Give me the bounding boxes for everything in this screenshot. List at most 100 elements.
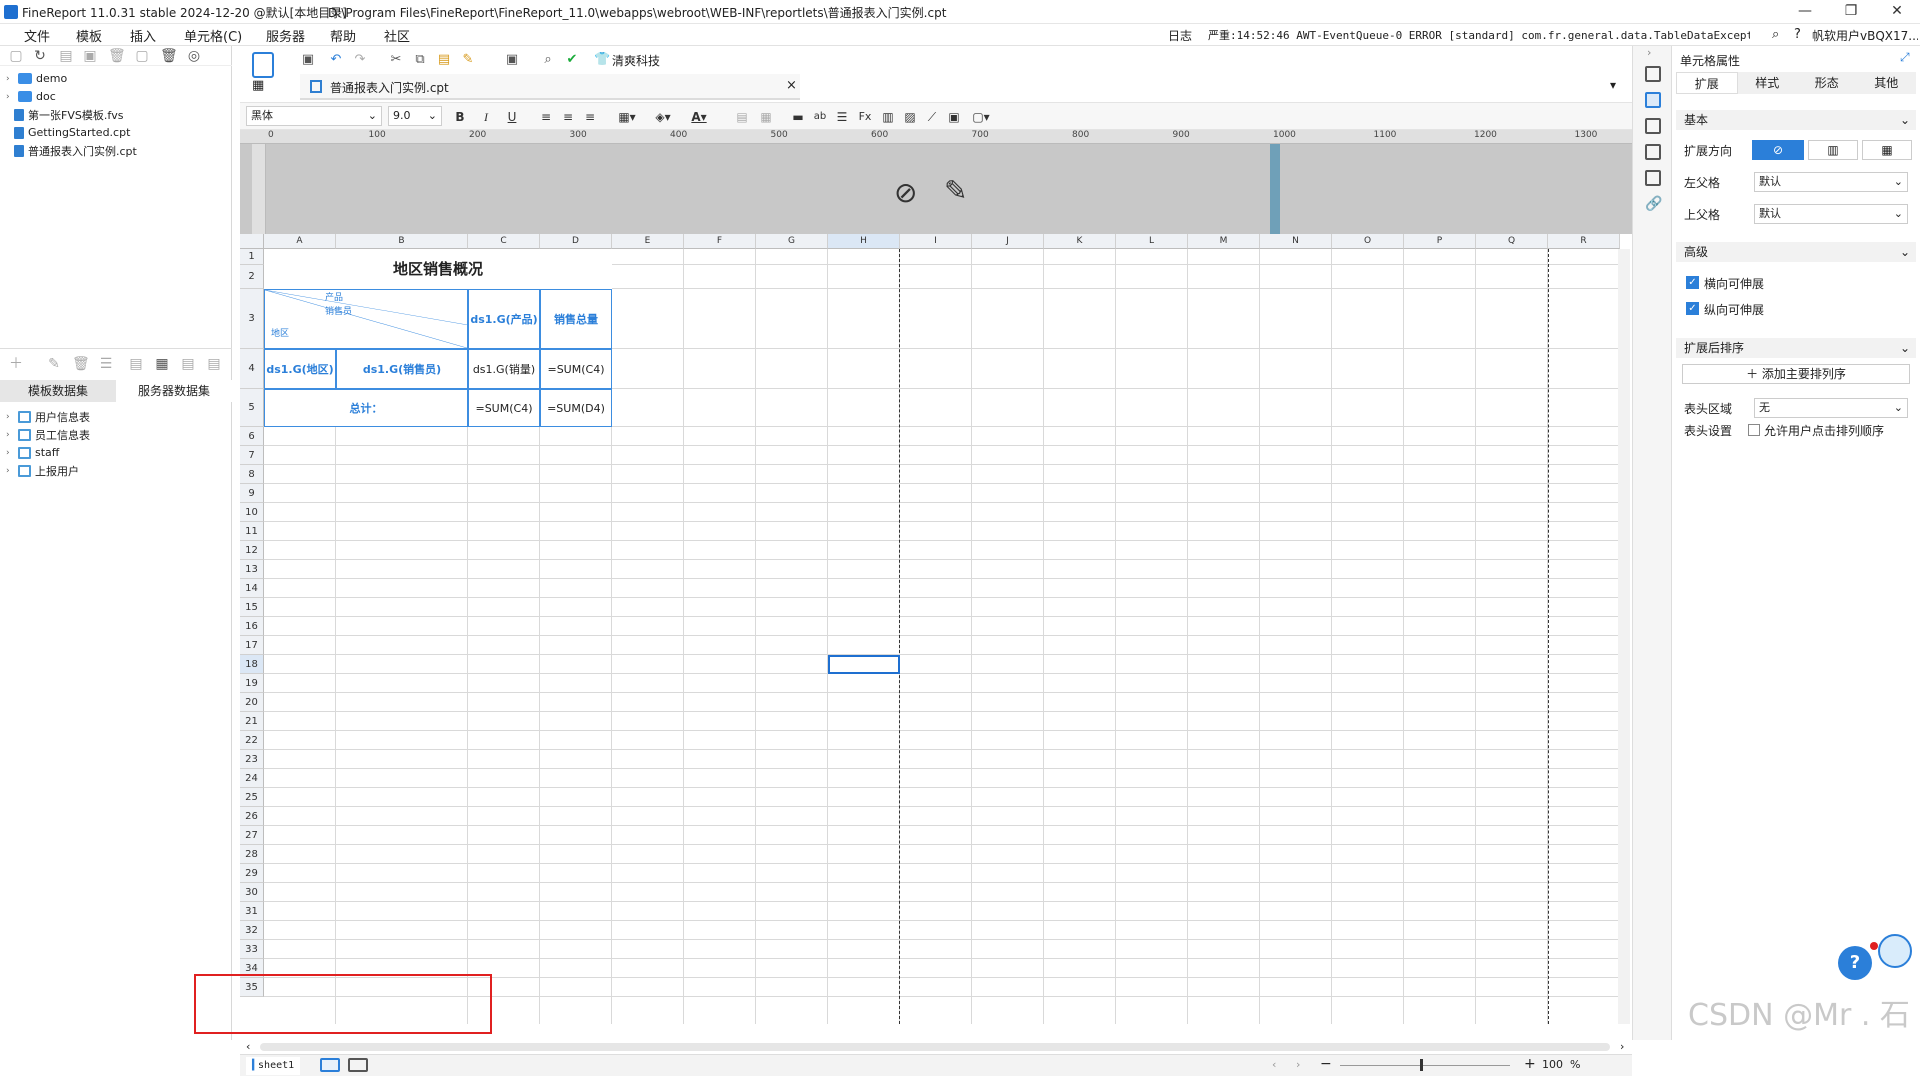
tree-item[interactable]: GettingStarted.cpt xyxy=(14,124,130,141)
edit-pencil-icon[interactable]: ✎ xyxy=(944,174,967,207)
report-title-cell[interactable]: 地区销售概况 xyxy=(264,249,612,289)
horizontal-expand-icon[interactable]: ▦ xyxy=(1862,140,1912,160)
row-header[interactable]: 27 xyxy=(240,826,264,845)
section-basic[interactable]: 基本 ⌄ xyxy=(1676,110,1916,130)
no-expand-icon[interactable]: ⊘ xyxy=(1752,140,1804,160)
column-header[interactable]: H xyxy=(828,234,900,249)
add-dashboard-sheet-icon[interactable] xyxy=(348,1058,368,1072)
dataset-item[interactable]: › 上报用户 xyxy=(6,462,79,479)
edit-icon[interactable]: ✎ xyxy=(46,356,62,372)
zoom-slider[interactable] xyxy=(1340,1065,1510,1066)
row-header[interactable]: 3 xyxy=(240,289,264,349)
insert-text-icon[interactable]: ▬ xyxy=(790,108,806,126)
font-family-select[interactable]: 黑体 ⌄ xyxy=(246,106,382,126)
refresh-icon[interactable]: ▤ xyxy=(180,356,196,372)
paste-icon[interactable]: ▤ xyxy=(436,52,452,68)
maximize-button[interactable]: ❐ xyxy=(1828,0,1874,24)
dropdown-tabs-icon[interactable]: ▾ xyxy=(1610,78,1616,92)
delete-icon[interactable]: 🗑 xyxy=(108,48,126,64)
column-header[interactable]: A xyxy=(264,234,336,249)
menu-cell[interactable]: 单元格(C) xyxy=(184,26,242,45)
cut-icon[interactable]: ✂ xyxy=(388,52,404,68)
search-icon[interactable]: ⌕ xyxy=(1772,27,1779,42)
server-dataset-icon[interactable]: ▦ xyxy=(154,356,170,372)
cell-a5[interactable]: 总计： xyxy=(264,389,468,427)
brand-label[interactable]: 清爽科技 xyxy=(612,52,660,69)
select-all-corner[interactable] xyxy=(240,234,264,249)
cell-c4[interactable]: ds1.G(销量) xyxy=(468,349,540,389)
cell-b4[interactable]: ds1.G(销售员) xyxy=(336,349,468,389)
add-icon[interactable]: ＋ xyxy=(8,356,24,372)
column-header[interactable]: O xyxy=(1332,234,1404,249)
column-header[interactable]: P xyxy=(1404,234,1476,249)
search-preview-icon[interactable]: ⌕ xyxy=(540,52,556,68)
column-header[interactable]: E xyxy=(612,234,684,249)
condition-icon[interactable] xyxy=(1645,170,1661,186)
cell-d3[interactable]: 销售总量 xyxy=(540,289,612,349)
chart-icon[interactable]: ▥ xyxy=(880,108,896,126)
column-header[interactable]: F xyxy=(684,234,756,249)
menu-file[interactable]: 文件 xyxy=(24,26,50,45)
column-header[interactable]: R xyxy=(1548,234,1620,249)
open-icon[interactable]: ▤ xyxy=(58,48,74,64)
column-header[interactable]: D xyxy=(540,234,612,249)
align-right-icon[interactable]: ≡ xyxy=(582,108,598,126)
zoom-value[interactable]: 100 xyxy=(1542,1058,1563,1071)
bold-button[interactable]: B xyxy=(452,108,468,126)
cell-d5[interactable]: =SUM(D4) xyxy=(540,389,612,427)
next-sheet-icon[interactable]: › xyxy=(1296,1058,1300,1071)
splitter[interactable] xyxy=(0,348,232,349)
column-header[interactable]: Q xyxy=(1476,234,1548,249)
scrollbar-thumb[interactable] xyxy=(260,1043,1610,1051)
row-header[interactable]: 10 xyxy=(240,503,264,522)
tab-style[interactable]: 样式 xyxy=(1738,72,1798,94)
row-header[interactable]: 31 xyxy=(240,902,264,921)
scroll-right-icon[interactable]: › xyxy=(1620,1040,1624,1053)
section-sort[interactable]: 扩展后排序 ⌄ xyxy=(1676,338,1916,358)
menu-template[interactable]: 模板 xyxy=(76,26,102,45)
tab-form[interactable]: 形态 xyxy=(1797,72,1857,94)
split-icon[interactable]: ▦ xyxy=(758,108,774,126)
ab-icon[interactable]: ab xyxy=(812,108,828,126)
column-header[interactable]: I xyxy=(900,234,972,249)
row-header[interactable]: 6 xyxy=(240,427,264,446)
new-folder-icon[interactable]: ▢ xyxy=(8,48,24,64)
undo-icon[interactable]: ↶ xyxy=(328,52,344,68)
copy-icon[interactable]: ⧉ xyxy=(412,52,428,68)
redo-icon[interactable]: ↷ xyxy=(352,52,368,68)
close-button[interactable]: ✕ xyxy=(1874,0,1920,24)
lock-icon[interactable]: ▣ xyxy=(82,48,98,64)
tree-item[interactable]: 第一张FVS模板.fvs xyxy=(14,106,123,123)
document-tab[interactable]: ▦ 普通报表入门实例.cpt × xyxy=(252,74,800,100)
trash-icon[interactable]: 🗑 xyxy=(160,48,178,64)
row-header[interactable]: 26 xyxy=(240,807,264,826)
menu-community[interactable]: 社区 xyxy=(384,26,410,45)
v-expand-checkbox[interactable]: ✓ xyxy=(1686,302,1699,315)
subreport-icon[interactable]: ▣ xyxy=(946,108,962,126)
column-header[interactable]: B xyxy=(336,234,468,249)
row-header[interactable]: 28 xyxy=(240,845,264,864)
hide-eye-icon[interactable]: ⊘ xyxy=(894,176,917,209)
underline-button[interactable]: U xyxy=(504,108,520,126)
preview-icon[interactable]: ▤ xyxy=(128,356,144,372)
row-header[interactable]: 4 xyxy=(240,349,264,389)
tab-other[interactable]: 其他 xyxy=(1857,72,1917,94)
menu-help[interactable]: 帮助 xyxy=(330,26,356,45)
vertical-scrollbar[interactable] xyxy=(1618,249,1630,1024)
italic-button[interactable]: I xyxy=(478,108,494,126)
tree-item[interactable]: 普通报表入门实例.cpt xyxy=(14,142,137,159)
help-float-button[interactable]: ? xyxy=(1838,946,1872,980)
row-header[interactable]: 19 xyxy=(240,674,264,693)
row-header[interactable]: 14 xyxy=(240,579,264,598)
font-size-select[interactable]: 9.0 ⌄ xyxy=(388,106,442,126)
zoom-in-icon[interactable]: + xyxy=(1524,1056,1536,1072)
align-left-icon[interactable]: ≡ xyxy=(538,108,554,126)
cell-d4[interactable]: =SUM(C4) xyxy=(540,349,612,389)
header-area-select[interactable]: 无 ⌄ xyxy=(1754,398,1908,418)
row-header[interactable]: 29 xyxy=(240,864,264,883)
left-parent-select[interactable]: 默认 ⌄ xyxy=(1754,172,1908,192)
log-status-text[interactable]: 严重:14:52:46 AWT-EventQueue-0 ERROR [stan… xyxy=(1208,27,1750,43)
template-icon[interactable] xyxy=(252,52,274,78)
border-icon[interactable]: ▦▾ xyxy=(614,108,640,126)
save-icon[interactable]: ▣ xyxy=(300,52,316,68)
